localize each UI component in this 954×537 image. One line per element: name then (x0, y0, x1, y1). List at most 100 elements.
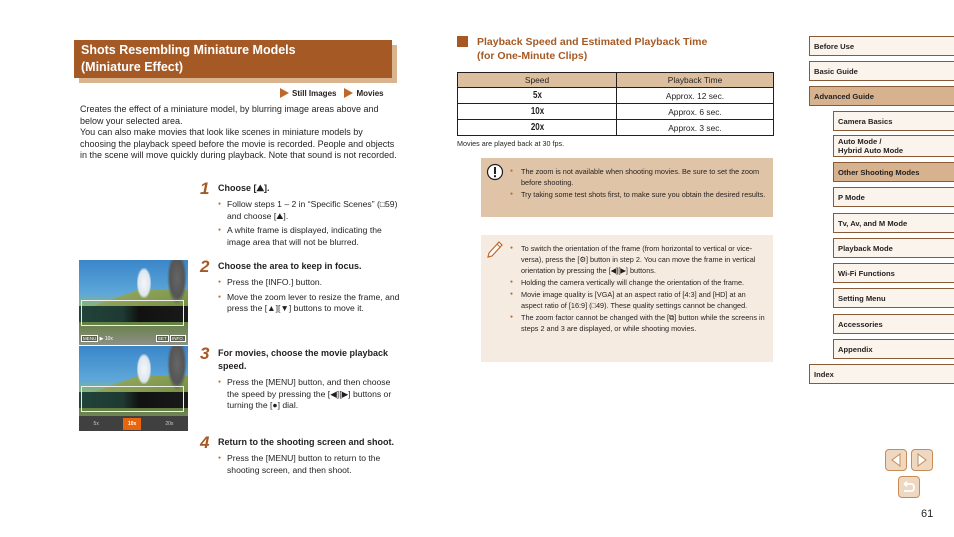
nav-index[interactable]: Index (809, 364, 954, 384)
previous-page-button[interactable] (885, 449, 907, 471)
scene-smoke (167, 260, 187, 305)
bullet-item: A white frame is displayed, indicating t… (218, 225, 400, 248)
nav-playback-mode[interactable]: Playback Mode (833, 238, 954, 258)
step-bullets: Press the [MENU] button to return to the… (218, 453, 400, 476)
time-cell: Approx. 6 sec. (616, 103, 774, 120)
nav-advanced-guide[interactable]: Advanced Guide (809, 86, 954, 106)
step-number: 4 (200, 433, 210, 452)
page-title-line1: Shots Resembling Miniature Models (81, 43, 296, 57)
triangle-icon (280, 88, 289, 98)
arrow-left-icon (891, 453, 901, 467)
tip-item: Holding the camera vertically will chang… (509, 277, 767, 288)
nav-accessories[interactable]: Accessories (833, 314, 954, 334)
speed-selector-bar: 5x 10x 20x (79, 416, 188, 431)
mode-tags: Still Images Movies (280, 88, 384, 98)
step-bullets: Follow steps 1 – 2 in “Specific Scenes” … (218, 199, 400, 248)
focus-frame (81, 300, 184, 326)
section-title: Playback Speed and Estimated Playback Ti… (477, 36, 777, 63)
arrow-right-icon (917, 453, 927, 467)
nav-tv-av-m-mode[interactable]: Tv, Av, and M Mode (833, 213, 954, 233)
warning-callout: The zoom is not available when shooting … (481, 158, 773, 217)
camera-screen-speed-select: 5x 10x 20x (79, 346, 188, 431)
page-title-box: Shots Resembling Miniature Models (Minia… (74, 40, 397, 83)
nav-appendix[interactable]: Appendix (833, 339, 954, 359)
page-title-line2: (Miniature Effect) (81, 60, 184, 74)
table-row: 5x Approx. 12 sec. (458, 87, 774, 104)
section-title-line2: (for One-Minute Clips) (477, 49, 588, 62)
column-header-playback-time: Playback Time (616, 72, 774, 88)
exclamation-icon (486, 163, 504, 186)
playback-speed-table: Speed Playback Time 5x Approx. 12 sec. 1… (457, 72, 774, 136)
set-button-indicator: SET (155, 335, 169, 342)
mode-tag-movies: Movies (344, 88, 384, 98)
speed-option-20x: 20x (165, 420, 174, 427)
section-square-icon (457, 36, 468, 47)
scene-steam (137, 268, 151, 298)
focus-frame (81, 386, 184, 412)
speed-cell: 20x (472, 119, 601, 136)
speed-option-5x: 5x (93, 420, 99, 427)
bullet-item: Press the [MENU] button, and then choose… (218, 377, 400, 412)
step-number: 3 (200, 344, 210, 363)
time-cell: Approx. 3 sec. (616, 119, 774, 136)
info-button-indicator: INFO. (170, 335, 186, 342)
intro-paragraph: Creates the effect of a miniature model,… (80, 104, 379, 126)
fps-note: Movies are played back at 30 fps. (457, 139, 565, 148)
table-row: 10x Approx. 6 sec. (458, 103, 774, 120)
intro-paragraph: You can also make movies that look like … (80, 127, 397, 160)
nav-other-shooting-modes[interactable]: Other Shooting Modes (833, 162, 954, 182)
mode-tag-label: Movies (356, 88, 384, 98)
intro-text: Creates the effect of a miniature model,… (80, 104, 400, 162)
step-number: 1 (200, 179, 210, 198)
tip-item: To switch the orientation of the frame (… (509, 243, 767, 277)
tip-list: To switch the orientation of the frame (… (509, 243, 767, 335)
bullet-item: Press the [INFO.] button. (218, 277, 400, 289)
scene-steam (137, 354, 151, 384)
step-title: Return to the shooting screen and shoot. (218, 437, 395, 447)
next-page-button[interactable] (911, 449, 933, 471)
page-number: 61 (921, 508, 934, 520)
step-number: 2 (200, 257, 210, 276)
triangle-icon (344, 88, 354, 98)
tip-item: The zoom factor cannot be changed with t… (509, 312, 767, 334)
time-cell: Approx. 12 sec. (616, 87, 774, 104)
tip-callout: To switch the orientation of the frame (… (481, 235, 773, 362)
step-bullets: Press the [MENU] button, and then choose… (218, 377, 400, 412)
scene-smoke (167, 346, 187, 391)
mode-tag-still-images: Still Images (280, 88, 336, 98)
speed-cell: 10x (472, 103, 601, 120)
bullet-item: Follow steps 1 – 2 in “Specific Scenes” … (218, 199, 400, 222)
step-2: 2 Choose the area to keep in focus. Pres… (200, 257, 400, 318)
nav-p-mode[interactable]: P Mode (833, 187, 954, 207)
return-icon (903, 480, 915, 492)
pencil-icon (486, 240, 504, 265)
warning-item: Try taking some test shots first, to mak… (509, 189, 767, 200)
screen-bottom-bar: MENU ▶ 10x SET INFO. (79, 333, 188, 345)
table-header-row: Speed Playback Time (457, 72, 774, 88)
step-bullets: Press the [INFO.] button. Move the zoom … (218, 277, 400, 315)
nav-wifi-functions[interactable]: Wi-Fi Functions (833, 263, 954, 283)
page-title: Shots Resembling Miniature Models (Minia… (74, 40, 392, 78)
menu-button-indicator: MENU (81, 335, 99, 342)
return-button[interactable] (898, 476, 920, 498)
warning-item: The zoom is not available when shooting … (509, 166, 767, 188)
nav-basic-guide[interactable]: Basic Guide (809, 61, 954, 81)
nav-camera-basics[interactable]: Camera Basics (833, 111, 954, 131)
step-4: 4 Return to the shooting screen and shoo… (200, 433, 400, 479)
tip-item: Movie image quality is [VGA] at an aspec… (509, 289, 767, 311)
bullet-item: Press the [MENU] button to return to the… (218, 453, 400, 476)
mode-tag-label: Still Images (292, 88, 337, 98)
camera-screen-frame-select: MENU ▶ 10x SET INFO. (79, 260, 188, 345)
speed-indicator: ▶ 10x (99, 336, 113, 342)
nav-before-use[interactable]: Before Use (809, 36, 954, 56)
nav-auto-mode[interactable]: Auto Mode / Hybrid Auto Mode (833, 135, 954, 157)
warning-list: The zoom is not available when shooting … (509, 166, 767, 201)
step-1: 1 Choose [⛰]. Follow steps 1 – 2 in “Spe… (200, 179, 400, 251)
column-header-speed: Speed (457, 72, 617, 88)
step-title: For movies, choose the movie playback sp… (218, 348, 389, 371)
bullet-item: Move the zoom lever to resize the frame,… (218, 292, 400, 315)
step-title: Choose [⛰]. (218, 183, 270, 193)
nav-setting-menu[interactable]: Setting Menu (833, 288, 954, 308)
section-heading: Playback Speed and Estimated Playback Ti… (457, 36, 777, 63)
step-3: 3 For movies, choose the movie playback … (200, 344, 400, 415)
